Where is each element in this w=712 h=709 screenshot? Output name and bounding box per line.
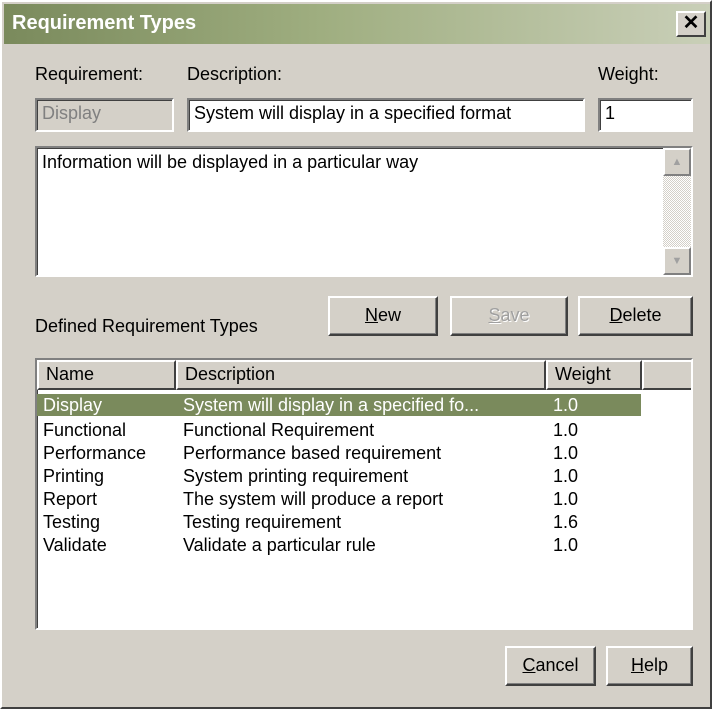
- defined-types-label: Defined Requirement Types: [35, 316, 258, 336]
- new-button-accel: N: [364, 305, 378, 325]
- cell-description: System will display in a specified fo...: [183, 395, 480, 415]
- delete-button-label: elete: [622, 305, 662, 325]
- cell-description: Testing requirement: [183, 512, 342, 532]
- cell-weight: 1.6: [553, 512, 579, 532]
- save-button[interactable]: Save: [450, 296, 568, 336]
- cell-name: Testing: [43, 512, 101, 532]
- cell-weight: 1.0: [553, 466, 579, 486]
- delete-button-accel: D: [609, 305, 623, 325]
- notes-text: Information will be displayed in a parti…: [42, 152, 419, 172]
- close-icon: ✕: [682, 12, 700, 34]
- description-field[interactable]: System will display in a specified forma…: [187, 98, 585, 132]
- title-bar[interactable]: Requirement Types ✕: [4, 4, 710, 44]
- help-button[interactable]: Help: [606, 646, 693, 686]
- new-button[interactable]: New: [328, 296, 438, 336]
- column-header-filler: [642, 360, 691, 390]
- scroll-up-icon: ▲: [671, 156, 683, 168]
- cell-weight: 1.0: [553, 535, 579, 555]
- cell-weight: 1.0: [553, 443, 579, 463]
- cell-name: Printing: [43, 466, 105, 486]
- table-row[interactable]: Display System will display in a specifi…: [37, 394, 641, 416]
- cell-weight: 1.0: [553, 420, 579, 440]
- cell-description: The system will produce a report: [183, 489, 444, 509]
- cell-name: Validate: [43, 535, 107, 555]
- window-title: Requirement Types: [12, 12, 197, 34]
- cell-name: Functional: [43, 420, 127, 440]
- table-row[interactable]: Performance Performance based requiremen…: [37, 442, 641, 464]
- column-header-description[interactable]: Description: [176, 360, 546, 390]
- save-button-label: ave: [500, 305, 530, 325]
- help-button-accel: H: [630, 655, 644, 675]
- notes-textarea[interactable]: Information will be displayed in a parti…: [35, 146, 693, 277]
- description-label: Description:: [187, 64, 283, 84]
- cell-description: System printing requirement: [183, 466, 409, 486]
- weight-field[interactable]: 1: [598, 98, 693, 132]
- table-row[interactable]: Functional Functional Requirement 1.0: [37, 419, 641, 441]
- help-button-label: elp: [643, 655, 669, 675]
- requirement-types-list[interactable]: Name Description Weight Display System w…: [35, 358, 693, 630]
- column-header-weight[interactable]: Weight: [546, 360, 642, 390]
- column-header-description-label: Description: [185, 364, 276, 384]
- column-header-name[interactable]: Name: [37, 360, 176, 390]
- table-row[interactable]: Printing System printing requirement 1.0: [37, 465, 641, 487]
- scroll-up-button[interactable]: ▲: [663, 148, 691, 176]
- cancel-button-label: ancel: [535, 655, 579, 675]
- cell-description: Functional Requirement: [183, 420, 375, 440]
- column-header-weight-label: Weight: [555, 364, 611, 384]
- cancel-button[interactable]: Cancel: [505, 646, 596, 686]
- new-button-label: ew: [377, 305, 401, 325]
- cell-name: Report: [43, 489, 98, 509]
- cancel-button-accel: C: [522, 655, 536, 675]
- table-row[interactable]: Testing Testing requirement 1.6: [37, 511, 641, 533]
- notes-scrollbar[interactable]: ▲ ▼: [663, 148, 691, 275]
- cell-name: Display: [43, 395, 103, 415]
- cell-weight: 1.0: [553, 395, 579, 415]
- cell-name: Performance: [43, 443, 147, 463]
- column-header-name-label: Name: [46, 364, 95, 384]
- table-row[interactable]: Report The system will produce a report …: [37, 488, 641, 510]
- weight-label: Weight:: [598, 64, 659, 84]
- requirement-label: Requirement:: [35, 64, 144, 84]
- requirement-field[interactable]: Display: [35, 98, 174, 132]
- cell-description: Validate a particular rule: [183, 535, 376, 555]
- close-button[interactable]: ✕: [676, 11, 706, 37]
- cell-weight: 1.0: [553, 489, 579, 509]
- save-button-accel: S: [488, 305, 501, 325]
- scroll-down-button[interactable]: ▼: [663, 247, 691, 275]
- scroll-down-icon: ▼: [671, 255, 683, 267]
- table-row[interactable]: Validate Validate a particular rule 1.0: [37, 534, 641, 556]
- cell-description: Performance based requirement: [183, 443, 442, 463]
- delete-button[interactable]: Delete: [578, 296, 693, 336]
